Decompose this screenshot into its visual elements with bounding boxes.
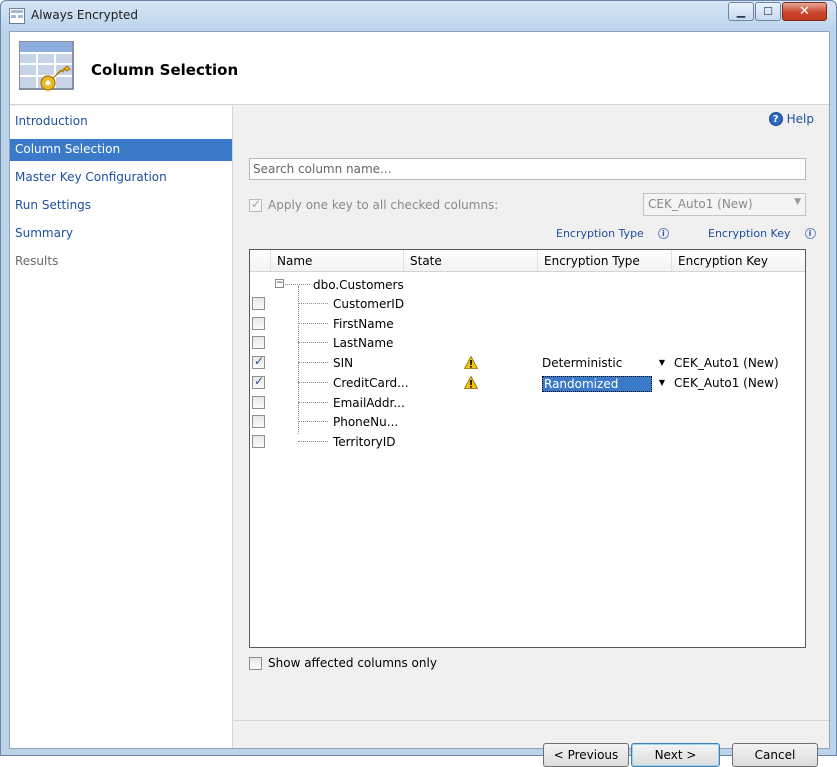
encryption-type-value: Deterministic [542,356,623,371]
column-header-encryption-key[interactable]: Encryption Key [671,250,805,271]
page-title: Column Selection [91,61,239,79]
show-affected-row: Show affected columns only [249,656,437,670]
table-row[interactable]: PhoneNu... [250,412,805,431]
minimize-button[interactable]: ▁ [728,2,754,21]
search-input[interactable] [249,158,806,180]
table-row[interactable]: SIN Deterministic ▼ CEK_Auto1 (New) [250,353,805,372]
encryption-key-select[interactable]: CEK_Auto1 (New) ▼ [643,193,806,216]
column-checkbox[interactable] [252,374,265,389]
main-panel: ? Help Apply one key to all checked colu… [234,106,829,767]
column-selection-icon [19,41,74,91]
tree-line [298,362,328,364]
column-header-name[interactable]: Name [270,250,406,271]
table-row[interactable]: TerritoryID [250,432,805,451]
app-icon [9,8,25,24]
encryption-key-select-value: CEK_Auto1 (New) [648,197,753,211]
column-checkbox[interactable] [252,336,265,350]
column-checkbox[interactable] [252,434,265,448]
page-header: Column Selection [10,32,829,105]
encryption-type-value: Randomized [542,375,652,392]
table-row-root[interactable]: − dbo.Customers [250,275,805,294]
nav-item-summary[interactable]: Summary [10,223,232,245]
tree-line [298,440,328,442]
encryption-key-value[interactable]: CEK_Auto1 (New) [674,376,779,390]
table-name: dbo.Customers [313,278,404,292]
encryption-key-value[interactable]: CEK_Auto1 (New) [674,356,779,370]
column-checkbox[interactable] [252,297,265,310]
info-icon[interactable]: i [657,228,669,239]
column-name: FirstName [333,316,394,331]
column-name: TerritoryID [333,434,396,449]
table-row[interactable]: EmailAddr... [250,393,805,412]
wizard-footer: < Previous Next > Cancel [234,720,829,767]
close-button[interactable]: ✕ [782,2,827,21]
nav-item-column-selection[interactable]: Column Selection [10,139,232,161]
encryption-type-dropdown[interactable]: Randomized ▼ [540,373,670,392]
column-checkbox[interactable] [252,395,265,409]
title-bar[interactable]: Always Encrypted ▁ ☐ ✕ [1,1,836,31]
column-checkbox[interactable] [252,354,265,370]
column-name: PhoneNu... [333,415,399,430]
window-title: Always Encrypted [31,8,139,22]
wizard-nav: Introduction Column Selection Master Key… [10,106,233,748]
nav-item-introduction[interactable]: Introduction [10,111,232,133]
chevron-down-icon[interactable]: ▼ [654,353,670,372]
column-checkbox[interactable] [252,415,265,429]
column-name: LastName [333,336,394,351]
collapse-icon[interactable]: − [275,279,284,288]
next-button[interactable]: Next > [631,743,720,767]
help-label: Help [786,112,814,126]
show-affected-label: Show affected columns only [268,656,437,670]
encryption-key-hint[interactable]: Encryption Key i [708,227,816,240]
previous-button[interactable]: < Previous [543,743,629,767]
column-header-encryption-type[interactable]: Encryption Type [537,250,671,271]
chevron-down-icon: ▼ [794,197,801,207]
tree-line [298,322,328,324]
table-row[interactable]: CreditCard... Randomized▼ CEK_Auto1 (New) [250,373,805,392]
column-name: EmailAddr... [333,395,405,410]
column-checkbox[interactable] [252,316,265,330]
help-link[interactable]: ? Help [768,112,814,126]
encryption-key-hint-label: Encryption Key [708,227,791,240]
tree-line [298,381,328,383]
table-row[interactable]: LastName [250,333,805,352]
tree-line [298,421,328,423]
info-icon[interactable]: i [804,228,816,239]
column-name: SIN [333,356,354,371]
nav-item-run-settings[interactable]: Run Settings [10,195,232,217]
show-affected-checkbox[interactable] [249,656,262,670]
tree-line [298,342,328,344]
help-icon: ? [768,112,783,126]
nav-item-results: Results [15,254,59,268]
column-name: CustomerID [333,297,405,311]
table-row[interactable]: CustomerID [250,294,805,313]
apply-one-key-label: Apply one key to all checked columns: [268,198,499,212]
encryption-type-hint[interactable]: Encryption Type i [556,227,669,240]
table-row[interactable]: FirstName [250,314,805,333]
client-area: Column Selection Introduction Column Sel… [9,31,830,767]
tree-line [298,401,328,403]
apply-one-key-row: Apply one key to all checked columns: [249,195,498,215]
encryption-type-hint-label: Encryption Type [556,227,644,240]
column-header-state[interactable]: State [403,250,537,271]
grid-header: Name State Encryption Type Encryption Ke… [250,250,805,272]
column-name: CreditCard... [333,375,409,390]
maximize-button[interactable]: ☐ [755,2,781,21]
close-icon: ✕ [799,4,810,19]
wizard-window: Always Encrypted ▁ ☐ ✕ Column Selection … [0,0,837,767]
column-grid[interactable]: Name State Encryption Type Encryption Ke… [249,249,806,648]
apply-one-key-checkbox[interactable] [249,197,262,212]
chevron-down-icon[interactable]: ▼ [654,373,670,392]
warning-icon [464,375,478,389]
minimize-icon: ▁ [736,5,746,18]
encryption-type-dropdown[interactable]: Deterministic ▼ [540,353,670,372]
maximize-icon: ☐ [763,5,773,18]
nav-item-master-key-configuration[interactable]: Master Key Configuration [10,167,232,189]
cancel-button[interactable]: Cancel [732,743,818,767]
warning-icon [464,356,478,369]
tree-line [298,303,328,304]
